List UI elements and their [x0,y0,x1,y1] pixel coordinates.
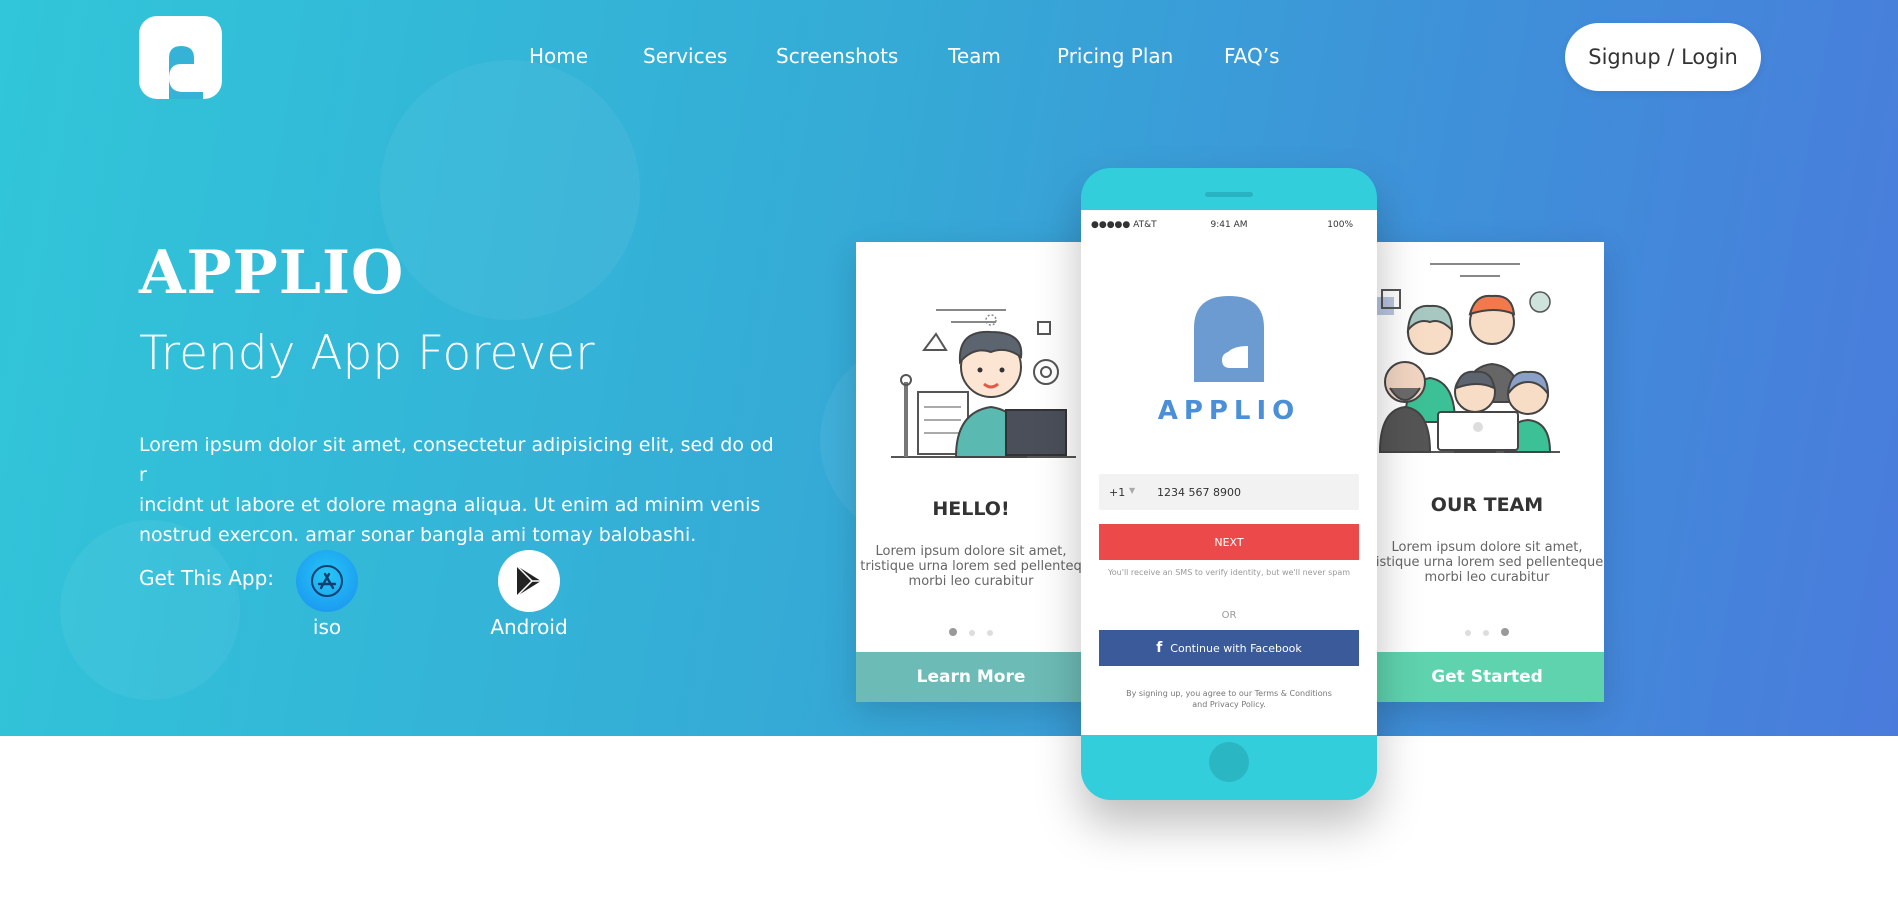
carousel-dot[interactable] [1465,630,1471,636]
brand-title: APPLIO [139,238,405,308]
nav-home[interactable]: Home [529,44,588,68]
card-text: Lorem ipsum dolore sit amet, tistique ur… [1370,540,1604,585]
phone-number-value: 1234 567 8900 [1157,486,1241,499]
chevron-down-icon: ▼ [1129,486,1136,495]
carousel-dot[interactable] [987,630,993,636]
google-play-button[interactable] [498,550,560,612]
nav-services[interactable]: Services [643,44,727,68]
onboarding-card-hello: HELLO! Lorem ipsum dolore sit amet, tris… [856,242,1086,702]
phone-screen: ●●●●● AT&T 9:41 AM 100% APPLIO +1 ▼ 1234… [1081,210,1377,735]
background-blob [380,60,640,320]
android-label[interactable]: Android [479,615,579,639]
description-line: Lorem ipsum dolor sit amet, consectetur … [139,434,774,486]
signup-login-button[interactable]: Signup / Login [1565,23,1761,91]
team-illustration-icon [1376,263,1560,453]
learn-more-button[interactable]: Learn More [856,652,1086,702]
nav-faqs[interactable]: FAQ’s [1224,44,1280,68]
or-divider: OR [1221,610,1237,621]
app-store-icon [311,565,343,597]
description-line: incidnt ut labore et dolore magna aliqua… [139,494,761,516]
nav-team[interactable]: Team [948,44,1001,68]
nav-screenshots[interactable]: Screenshots [776,44,898,68]
person-illustration-icon [891,309,1076,458]
terms-line: By signing up, you agree to our Terms & … [1126,689,1332,698]
sms-note: You'll receive an SMS to verify identity… [1107,568,1351,577]
card-text-line: tistique urna lorem sed pellenteque [1370,555,1604,570]
phone-speaker [1205,192,1253,197]
nav-pricing-plan[interactable]: Pricing Plan [1057,44,1173,68]
description-line: nostrud exercon. amar sonar bangla ami t… [139,524,697,546]
facebook-login-button[interactable]: f Continue with Facebook [1099,630,1359,666]
ios-label[interactable]: iso [296,615,358,639]
google-play-icon [516,565,541,597]
phone-home-button [1209,742,1249,782]
carousel-dot[interactable] [1501,628,1509,636]
get-app-label: Get This App: [139,566,275,590]
card-text-line: morbi leo curabitur [1424,570,1550,585]
card-text-line: morbi leo curabitur [908,574,1034,589]
get-started-button[interactable]: Get Started [1370,652,1604,702]
phone-number-field[interactable]: +1 ▼ 1234 567 8900 [1099,474,1359,510]
carousel-dot[interactable] [969,630,975,636]
carousel-dots [856,623,1086,641]
phone-mockup: ●●●●● AT&T 9:41 AM 100% APPLIO +1 ▼ 1234… [1081,168,1377,800]
carousel-dot[interactable] [1483,630,1489,636]
app-store-button[interactable] [296,550,358,612]
phone-app-name: APPLIO [1157,396,1301,426]
carousel-dot[interactable] [949,628,957,636]
tagline: Trendy App Forever [139,326,595,381]
site-logo[interactable] [139,16,222,99]
card-title-hello: HELLO! [932,498,1010,520]
terms-line: and Privacy Policy. [1192,700,1266,709]
card-text: Lorem ipsum dolore sit amet, tristique u… [856,544,1086,589]
country-code[interactable]: +1 [1109,486,1125,499]
next-button[interactable]: NEXT [1099,524,1359,560]
status-battery: 100% [1327,220,1353,230]
card-text-line: Lorem ipsum dolore sit amet, [1391,540,1583,555]
card-text-line: tristique urna lorem sed pellenteq [860,559,1082,574]
applio-logo-icon [1194,296,1264,382]
facebook-label: Continue with Facebook [1170,641,1302,655]
onboarding-card-team: OUR TEAM Lorem ipsum dolore sit amet, ti… [1370,242,1604,702]
hero-description: Lorem ipsum dolor sit amet, consectetur … [139,430,779,550]
card-text-line: Lorem ipsum dolore sit amet, [875,544,1067,559]
facebook-icon: f [1156,640,1163,656]
terms-text: By signing up, you agree to our Terms & … [1081,688,1377,710]
carousel-dots [1370,623,1604,641]
card-title-team: OUR TEAM [1430,494,1544,516]
